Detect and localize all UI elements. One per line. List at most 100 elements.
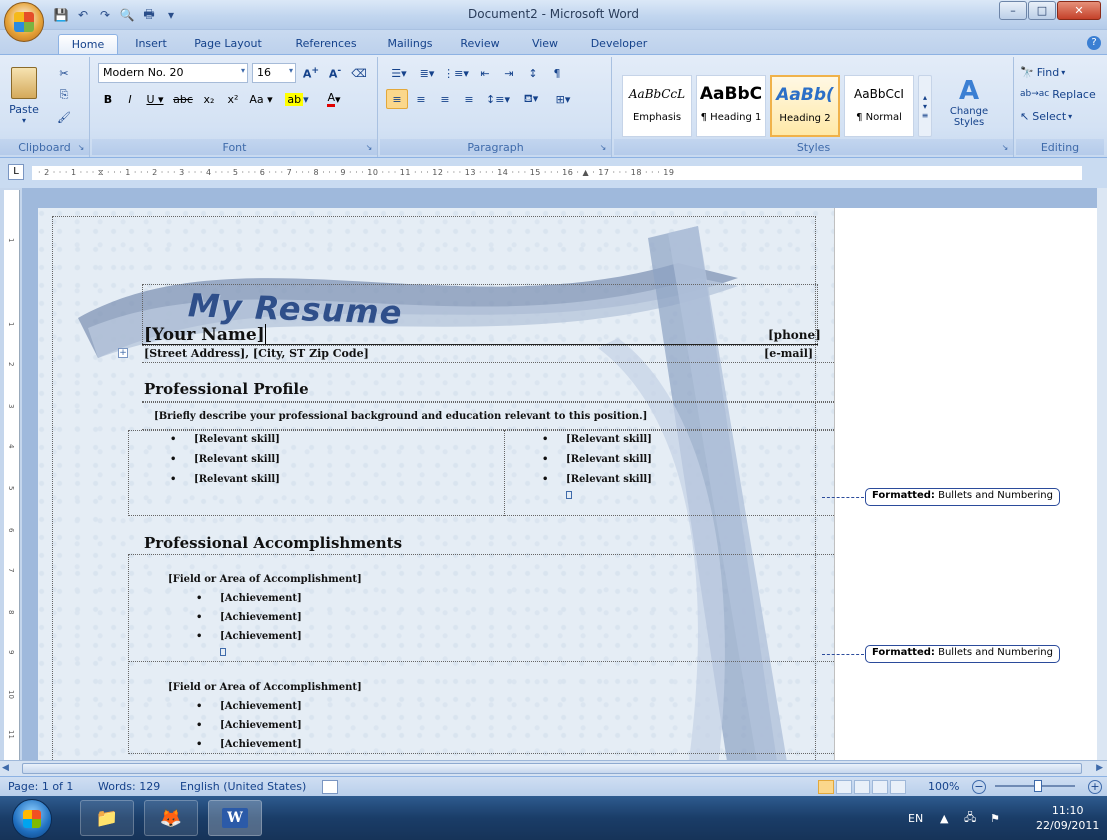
replace-button[interactable]: ab→ac Replace: [1020, 85, 1100, 103]
skill-left-2[interactable]: • [Relevant skill]: [170, 454, 280, 465]
achievement-1-2[interactable]: • [Achievement]: [196, 612, 302, 623]
show-marks-button[interactable]: ¶: [546, 63, 568, 83]
tab-review[interactable]: Review: [450, 34, 510, 54]
page-count[interactable]: Page: 1 of 1: [8, 780, 73, 793]
document-page[interactable]: My Resume [Your Name] [phone] + [Street …: [38, 208, 838, 760]
taskbar-word[interactable]: W: [208, 800, 262, 836]
draft-icon[interactable]: [890, 780, 906, 794]
font-color-button[interactable]: A ▾: [318, 89, 350, 109]
zoom-in-icon[interactable]: +: [1088, 780, 1102, 794]
multilevel-list-button[interactable]: ⋮≡▾: [442, 63, 470, 83]
bold-button[interactable]: B: [98, 89, 118, 109]
tab-home[interactable]: Home: [58, 34, 118, 54]
macro-record-icon[interactable]: [322, 780, 338, 794]
vertical-ruler[interactable]: 1 1 2 3 4 5 6 7 8 9 10 11: [4, 190, 20, 760]
skill-left-1[interactable]: • [Relevant skill]: [170, 434, 280, 445]
find-button[interactable]: 🔭 Find ▾: [1020, 63, 1100, 81]
highlight-button[interactable]: ab ▾: [280, 89, 314, 109]
minimize-button[interactable]: –: [999, 1, 1027, 20]
taskbar-explorer[interactable]: 📁: [80, 800, 134, 836]
tab-page-layout[interactable]: Page Layout: [186, 34, 270, 54]
italic-button[interactable]: I: [120, 89, 140, 109]
achievement-2-3[interactable]: • [Achievement]: [196, 739, 302, 750]
bullets-button[interactable]: ☰▾: [386, 63, 412, 83]
scroll-left-icon[interactable]: ◀: [2, 763, 9, 773]
achievement-1-1[interactable]: • [Achievement]: [196, 593, 302, 604]
clipboard-launcher-icon[interactable]: ↘: [76, 143, 86, 153]
web-layout-icon[interactable]: [854, 780, 870, 794]
align-right-button[interactable]: ≡: [434, 89, 456, 109]
tab-view[interactable]: View: [520, 34, 570, 54]
grow-font-button[interactable]: A+: [300, 63, 322, 83]
style-emphasis[interactable]: AaBbCcL Emphasis: [622, 75, 692, 137]
decrease-indent-button[interactable]: ⇤: [474, 63, 496, 83]
line-spacing-button[interactable]: ↕≡▾: [484, 89, 512, 109]
underline-button[interactable]: U ▾: [142, 89, 168, 109]
scroll-right-icon[interactable]: ▶: [1096, 763, 1103, 773]
styles-launcher-icon[interactable]: ↘: [1000, 143, 1010, 153]
align-left-button[interactable]: ≡: [386, 89, 408, 109]
clock[interactable]: 11:10 22/09/2011: [1036, 796, 1099, 840]
align-center-button[interactable]: ≡: [410, 89, 432, 109]
style-normal[interactable]: AaBbCcI ¶ Normal: [844, 75, 914, 137]
word-count[interactable]: Words: 129: [98, 780, 160, 793]
format-painter-button[interactable]: 🖌: [52, 107, 76, 127]
achievement-2-2[interactable]: • [Achievement]: [196, 720, 302, 731]
numbering-button[interactable]: ≣▾: [414, 63, 440, 83]
shading-button[interactable]: ⛾▾: [516, 89, 546, 109]
formatting-balloon-2[interactable]: Formatted: Bullets and Numbering: [865, 645, 1060, 663]
font-size-combo[interactable]: 16 ▾: [252, 63, 296, 83]
resume-phone[interactable]: [phone]: [768, 328, 821, 342]
borders-button[interactable]: ⊞▾: [548, 89, 578, 109]
copy-button[interactable]: ⎘: [52, 85, 76, 105]
maximize-button[interactable]: □: [1028, 1, 1056, 20]
action-center-flag-icon[interactable]: ⚑: [990, 796, 1000, 840]
shrink-font-button[interactable]: A-: [324, 63, 346, 83]
paste-button[interactable]: Paste ▾: [4, 61, 44, 131]
profile-text[interactable]: [Briefly describe your professional back…: [154, 411, 647, 422]
tab-developer[interactable]: Developer: [584, 34, 654, 54]
change-case-button[interactable]: Aa ▾: [246, 89, 276, 109]
formatting-balloon-1[interactable]: Formatted: Bullets and Numbering: [865, 488, 1060, 506]
zoom-out-icon[interactable]: −: [972, 780, 986, 794]
skill-right-2[interactable]: • [Relevant skill]: [542, 454, 652, 465]
vertical-scrollbar[interactable]: [1097, 188, 1107, 760]
office-button[interactable]: [4, 2, 44, 42]
horizontal-scrollbar[interactable]: ◀ ▶: [0, 760, 1107, 776]
styles-scroll[interactable]: ▴ ▾ ≡: [918, 75, 932, 137]
table-move-handle-icon[interactable]: +: [118, 348, 128, 358]
taskbar-firefox[interactable]: 🦊: [144, 800, 198, 836]
help-icon[interactable]: ?: [1087, 36, 1101, 50]
input-language[interactable]: EN: [908, 796, 923, 840]
language-indicator[interactable]: English (United States): [180, 780, 306, 793]
superscript-button[interactable]: x²: [222, 89, 244, 109]
increase-indent-button[interactable]: ⇥: [498, 63, 520, 83]
horizontal-ruler[interactable]: · 2 · · · 1 · · · ⧖ · · · 1 · · · 2 · · …: [32, 166, 1082, 180]
start-button[interactable]: [12, 799, 52, 839]
accomplishment-field-2[interactable]: [Field or Area of Accomplishment]: [168, 682, 362, 693]
tab-mailings[interactable]: Mailings: [378, 34, 442, 54]
outline-icon[interactable]: [872, 780, 888, 794]
tab-insert[interactable]: Insert: [126, 34, 176, 54]
network-icon[interactable]: 🖧: [964, 796, 976, 840]
horizontal-scroll-thumb[interactable]: [22, 763, 1082, 774]
show-hidden-icons-icon[interactable]: ▲: [940, 796, 948, 840]
skill-right-1[interactable]: • [Relevant skill]: [542, 434, 652, 445]
font-name-combo[interactable]: Modern No. 20 ▾: [98, 63, 248, 83]
style-heading-2[interactable]: AaBb( Heading 2: [770, 75, 840, 137]
zoom-slider-knob[interactable]: [1034, 780, 1042, 792]
justify-button[interactable]: ≡: [458, 89, 480, 109]
profile-heading[interactable]: Professional Profile: [144, 380, 309, 398]
print-layout-icon[interactable]: [818, 780, 834, 794]
clear-formatting-button[interactable]: ⌫: [348, 63, 370, 83]
font-launcher-icon[interactable]: ↘: [364, 143, 374, 153]
resume-address[interactable]: [Street Address], [City, ST Zip Code]: [144, 347, 369, 360]
style-heading-1[interactable]: AaBbC ¶ Heading 1: [696, 75, 766, 137]
resume-name[interactable]: [Your Name]: [144, 325, 265, 345]
tab-selector[interactable]: L: [8, 164, 24, 180]
skill-right-3[interactable]: • [Relevant skill]: [542, 474, 652, 485]
achievement-2-1[interactable]: • [Achievement]: [196, 701, 302, 712]
tab-references[interactable]: References: [284, 34, 368, 54]
zoom-level[interactable]: 100%: [928, 780, 959, 793]
accomplishment-field-1[interactable]: [Field or Area of Accomplishment]: [168, 574, 362, 585]
